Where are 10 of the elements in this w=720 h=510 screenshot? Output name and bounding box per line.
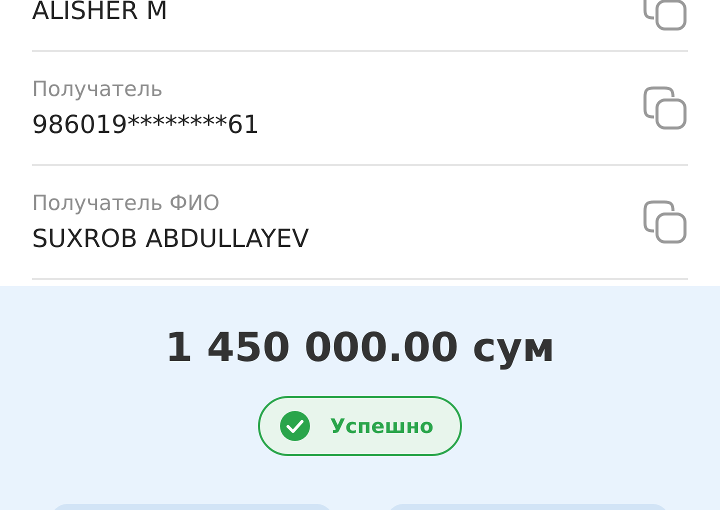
field-value: SUXROB ABDULLAYEV [32,223,310,255]
status-badge: Успешно [258,396,462,456]
amount: 1 450 000.00 сум [165,324,555,373]
field-label: Получатель ФИО [32,190,221,217]
copy-icon[interactable] [642,199,688,245]
copy-icon[interactable] [642,85,688,131]
field-value: ALISHER M [32,0,168,24]
check-icon [280,411,310,441]
field-label: Получатель [32,76,164,103]
field-value: 986019********61 [32,109,260,141]
